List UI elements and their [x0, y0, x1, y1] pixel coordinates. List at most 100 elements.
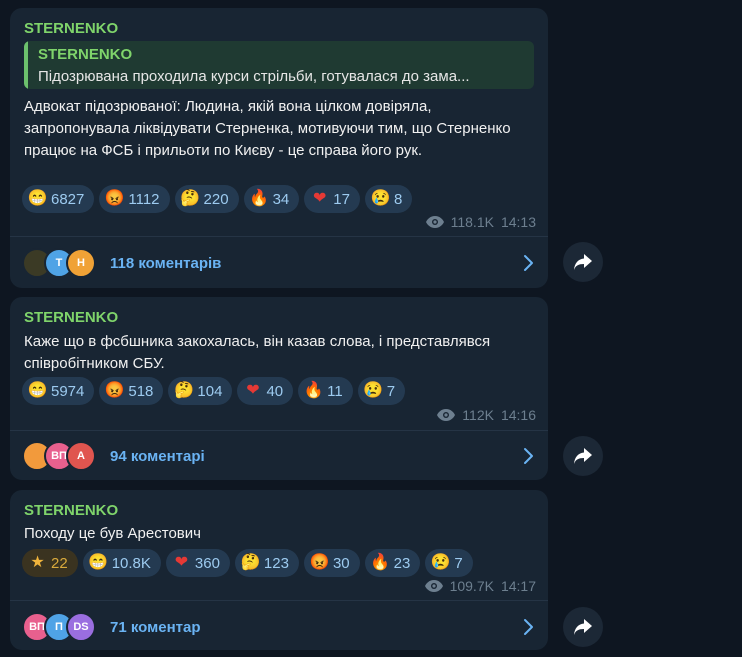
share-arrow-icon — [574, 448, 592, 464]
grinning-face-icon: 😁 — [27, 190, 48, 207]
commenter-avatars: ВП П DS — [22, 612, 96, 642]
reaction-chip[interactable]: ❤ 360 — [165, 549, 230, 577]
fire-icon: 🔥 — [370, 554, 391, 571]
view-count: 109.7K — [449, 578, 494, 594]
comments-button[interactable]: ВП А 94 коментарі — [22, 438, 534, 474]
commenter-avatars: ВП А — [22, 441, 96, 471]
reaction-chip[interactable]: 🤔 104 — [168, 377, 233, 405]
avatar-initials: П — [55, 621, 63, 633]
angry-face-icon: 😡 — [104, 382, 125, 399]
reaction-chip[interactable]: 😢 7 — [425, 549, 473, 577]
eye-icon — [425, 216, 444, 228]
avatar-initials: Н — [77, 257, 85, 269]
message-meta: 109.7K 14:17 — [424, 578, 536, 594]
comments-button[interactable]: ВП П DS 71 коментар — [22, 609, 534, 645]
reaction-chip[interactable]: 😡 1112 — [99, 185, 170, 213]
comments-count: 71 коментар — [110, 618, 201, 636]
reaction-count: 40 — [266, 382, 284, 400]
chevron-right-icon — [524, 255, 533, 271]
avatar-initials: ВП — [29, 621, 45, 633]
reaction-count: 30 — [332, 554, 350, 572]
message-meta: 112K 14:16 — [437, 407, 536, 423]
reply-preview[interactable]: STERNENKO Підозрювана проходила курси ст… — [24, 41, 534, 89]
message-post[interactable]: STERNENKO STERNENKO Підозрювана проходил… — [10, 8, 548, 288]
divider — [10, 600, 548, 601]
thinking-face-icon: 🤔 — [240, 554, 261, 571]
avatar-initials: ВП — [51, 450, 67, 462]
red-heart-icon: ❤ — [246, 382, 260, 399]
reaction-count: 8 — [393, 190, 403, 208]
avatar: DS — [66, 612, 96, 642]
reply-author: STERNENKO — [38, 46, 133, 63]
avatar-initials: А — [77, 450, 85, 462]
reaction-chip[interactable]: 😁 10.8K — [82, 549, 161, 577]
paid-star-reaction-chip[interactable]: ★ 22 — [22, 549, 78, 577]
message-post[interactable]: STERNENKO Походу це був Арестович ★ 22 😁 1… — [10, 490, 548, 650]
reaction-chip[interactable]: 🤔 220 — [174, 185, 239, 213]
reaction-chip[interactable]: ❤ 40 — [237, 377, 294, 405]
reply-accent-bar — [24, 41, 28, 89]
view-count: 112K — [462, 407, 494, 423]
reactions-bar: 😁 5974 😡 518 🤔 104 ❤ 40 🔥 11 😢 7 — [22, 377, 406, 405]
thinking-face-icon: 🤔 — [180, 190, 200, 207]
message-text: Адвокат підозрюваної: Людина, якій вона … — [24, 98, 511, 159]
share-arrow-icon — [574, 254, 592, 270]
reaction-count: 6827 — [51, 190, 85, 208]
reaction-chip[interactable]: 😡 30 — [303, 549, 360, 577]
channel-name[interactable]: STERNENKO — [24, 20, 118, 37]
star-icon: ★ — [30, 554, 45, 571]
share-button[interactable] — [563, 242, 603, 282]
thinking-face-icon: 🤔 — [173, 382, 194, 399]
fire-icon: 🔥 — [249, 190, 270, 207]
chevron-right-icon — [524, 448, 533, 464]
crying-face-icon: 😢 — [363, 382, 384, 399]
message-post[interactable]: STERNENKO Каже що в фсбшника закохалась,… — [10, 297, 548, 480]
reaction-count: 220 — [203, 190, 229, 208]
reaction-chip[interactable]: 🔥 23 — [364, 549, 421, 577]
reaction-count: 1112 — [128, 190, 160, 208]
reaction-chip[interactable]: 😁 5974 — [22, 377, 95, 405]
channel-name[interactable]: STERNENKO — [24, 309, 118, 326]
avatar: Н — [66, 248, 96, 278]
reaction-chip[interactable]: 😢 7 — [357, 377, 406, 405]
reaction-chip[interactable]: 😁 6827 — [22, 185, 95, 213]
avatar: А — [66, 441, 96, 471]
reaction-count: 360 — [194, 554, 220, 572]
avatar-initials: DS — [73, 621, 89, 633]
message-time: 14:13 — [500, 214, 536, 230]
reaction-count: 104 — [197, 382, 223, 400]
reactions-bar: 😁 6827 😡 1112 🤔 220 🔥 34 ❤ 17 😢 8 — [22, 185, 413, 213]
reactions-bar: ★ 22 😁 10.8K ❤ 360 🤔 123 😡 30 🔥 23 😢 7 — [22, 549, 473, 577]
angry-face-icon: 😡 — [104, 190, 125, 207]
reaction-chip[interactable]: 😡 518 — [99, 377, 164, 405]
commenter-avatars: Т Н — [22, 248, 96, 278]
message-meta: 118.1K 14:13 — [425, 214, 536, 230]
avatar-initials: Т — [55, 257, 63, 269]
message-text: Каже що в фсбшника закохалась, він казав… — [24, 333, 491, 372]
share-button[interactable] — [563, 607, 603, 647]
view-count: 118.1K — [450, 214, 494, 230]
grinning-face-icon: 😁 — [88, 554, 109, 571]
channel-name[interactable]: STERNENKO — [24, 502, 118, 519]
reaction-count: 10.8K — [111, 554, 151, 572]
comments-button[interactable]: Т Н 118 коментарів — [22, 245, 534, 281]
message-text: Походу це був Арестович — [24, 525, 201, 542]
reaction-chip[interactable]: 🤔 123 — [234, 549, 299, 577]
divider — [10, 236, 548, 237]
reaction-chip[interactable]: 😢 8 — [364, 185, 413, 213]
reaction-count: 34 — [272, 190, 290, 208]
message-time: 14:17 — [500, 578, 536, 594]
red-heart-icon: ❤ — [174, 554, 189, 571]
reaction-chip[interactable]: ❤ 17 — [304, 185, 360, 213]
reply-text: Підозрювана проходила курси стрільби, го… — [38, 68, 470, 85]
reaction-count: 7 — [454, 554, 463, 572]
reaction-count: 17 — [333, 190, 350, 208]
share-button[interactable] — [563, 436, 603, 476]
share-arrow-icon — [574, 619, 592, 635]
reaction-chip[interactable]: 🔥 11 — [298, 377, 353, 405]
chevron-right-icon — [524, 619, 533, 635]
reaction-count: 23 — [393, 554, 411, 572]
reaction-chip[interactable]: 🔥 34 — [243, 185, 300, 213]
divider — [10, 430, 548, 431]
fire-icon: 🔥 — [303, 382, 324, 399]
